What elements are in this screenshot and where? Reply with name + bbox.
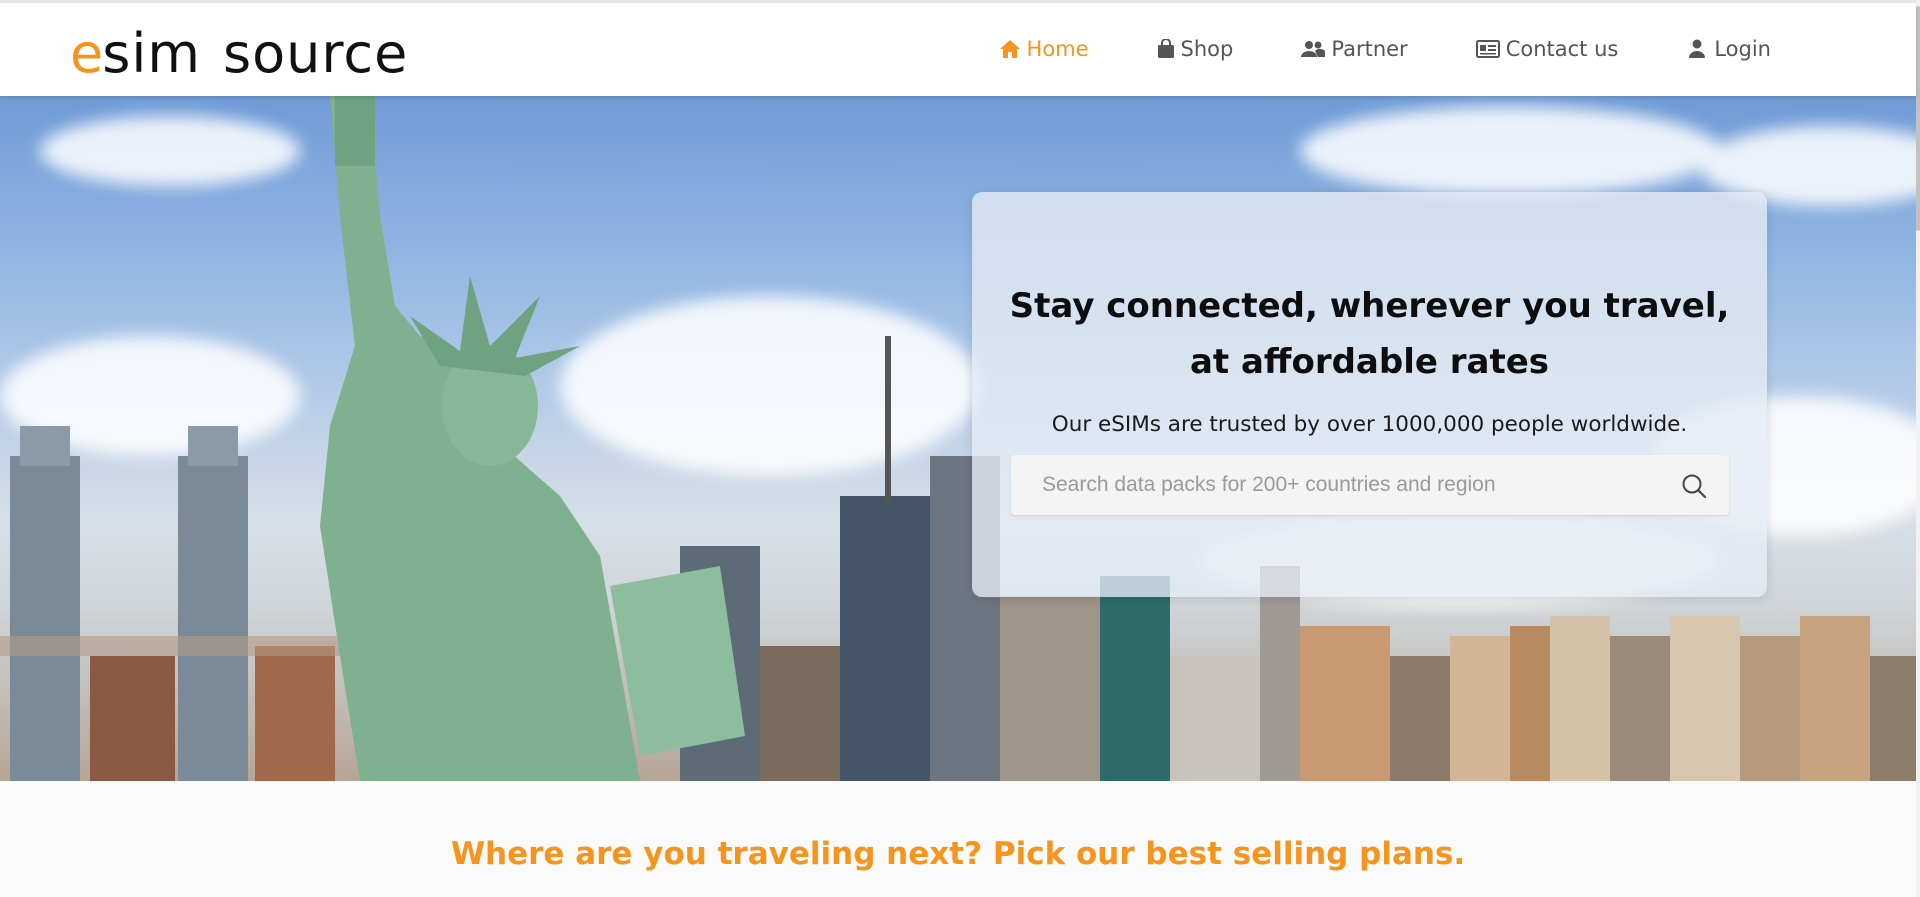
nav-contact[interactable]: Contact us — [1475, 37, 1619, 61]
users-icon — [1301, 41, 1326, 57]
home-icon — [999, 40, 1020, 58]
search-box — [1011, 455, 1729, 515]
search-icon[interactable] — [1681, 473, 1707, 499]
hero-banner: Stay connected, wherever you travel, at … — [0, 96, 1916, 781]
hero-subtitle: Our eSIMs are trusted by over 1000,000 p… — [1051, 412, 1688, 437]
shopping-bag-icon — [1157, 39, 1174, 58]
nav-login-label: Login — [1714, 37, 1771, 61]
main-nav: Home Shop Partner Contact us Login — [931, 37, 1771, 61]
nav-shop-label: Shop — [1180, 37, 1234, 61]
logo-source: source — [222, 22, 409, 85]
best-selling-section: Where are you traveling next? Pick our b… — [0, 781, 1916, 897]
scrollbar-thumb[interactable] — [1916, 6, 1920, 231]
logo-e: e — [70, 22, 103, 85]
site-header: e sim source Home Shop Partner Contact u… — [0, 3, 1916, 96]
logo-sim: sim — [102, 22, 201, 85]
hero-title-line1: Stay connected, wherever you travel, — [1009, 286, 1730, 326]
user-icon — [1689, 39, 1706, 58]
page-scrollbar[interactable] — [1916, 0, 1920, 897]
search-input[interactable] — [1011, 455, 1671, 515]
best-selling-heading: Where are you traveling next? Pick our b… — [450, 836, 1466, 872]
id-card-icon — [1475, 40, 1500, 58]
nav-contact-label: Contact us — [1505, 37, 1619, 61]
esim-source-logo[interactable]: e sim source — [70, 21, 408, 81]
hero-title: Stay connected, wherever you travel, at … — [972, 278, 1767, 390]
nav-login[interactable]: Login — [1686, 37, 1771, 61]
nav-shop[interactable]: Shop — [1157, 37, 1234, 61]
nav-home-label: Home — [1026, 37, 1089, 61]
nav-partner-label: Partner — [1331, 37, 1408, 61]
nav-partner[interactable]: Partner — [1301, 37, 1408, 61]
nav-home[interactable]: Home — [999, 37, 1089, 61]
hero-title-line2: at affordable rates — [1189, 342, 1550, 382]
hero-card: Stay connected, wherever you travel, at … — [972, 192, 1767, 597]
